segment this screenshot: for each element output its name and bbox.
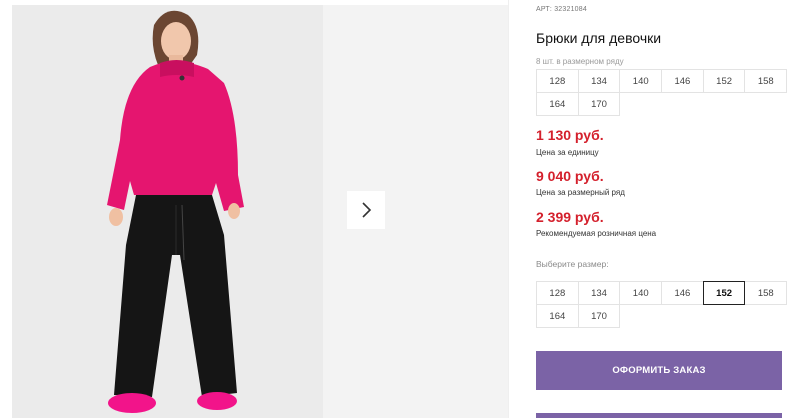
size-option-selected[interactable]: 152 [702,281,746,305]
size-option[interactable]: 170 [577,304,621,328]
size-range-cell: 152 [702,69,746,93]
product-photo-image [12,5,323,418]
size-option[interactable]: 128 [536,281,579,305]
next-image-button[interactable] [347,191,385,229]
place-order-button[interactable]: ОФОРМИТЬ ЗАКАЗ [536,351,782,390]
size-option[interactable]: 164 [536,304,579,328]
product-title: Брюки для девочки [536,30,662,46]
secondary-button[interactable] [536,413,782,418]
size-range-cell: 170 [577,92,621,116]
size-range-cell: 158 [744,69,788,93]
size-range-cell: 134 [577,69,621,93]
retail-price: 2 399 руб. [536,209,604,225]
unit-price: 1 130 руб. [536,127,604,143]
size-range-cell: 140 [619,69,663,93]
size-range-cell: 146 [661,69,704,93]
article-value: 32321084 [554,6,587,13]
size-option[interactable]: 158 [744,281,788,305]
product-info: АРТ: 32321084 Брюки для девочки 8 шт. в … [536,0,800,418]
size-range-grid: 128 134 140 146 152 158 164 170 [536,69,788,116]
size-option[interactable]: 140 [619,281,663,305]
size-select-label: Выберите размер: [536,259,609,269]
product-photo[interactable] [12,5,323,418]
article-number: АРТ: 32321084 [536,6,587,13]
size-option[interactable]: 134 [577,281,621,305]
size-option[interactable]: 146 [661,281,704,305]
product-gallery [0,0,508,418]
divider [508,0,509,418]
unit-price-label: Цена за единицу [536,148,599,157]
chevron-right-icon [362,202,372,218]
range-price-label: Цена за размерный ряд [536,188,625,197]
retail-price-label: Рекомендуемая розничная цена [536,229,657,238]
size-select-grid: 128 134 140 146 152 158 164 170 [536,281,788,328]
range-price: 9 040 руб. [536,168,604,184]
pack-info: 8 шт. в размерном ряду [536,57,624,66]
article-label: АРТ: [536,6,553,13]
size-range-cell: 128 [536,69,579,93]
size-range-cell: 164 [536,92,579,116]
